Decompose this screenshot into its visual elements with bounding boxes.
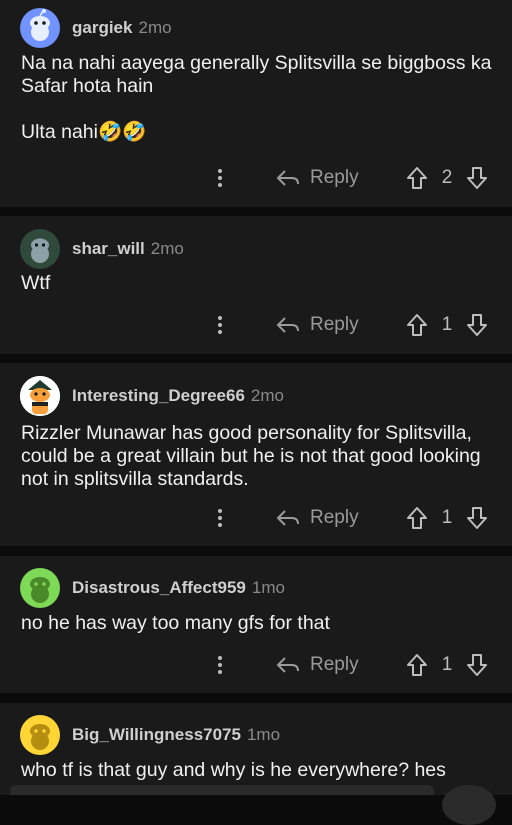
- reply-arrow-icon: [276, 317, 299, 333]
- reply-label: Reply: [310, 314, 359, 335]
- comment-header: shar_will 2mo: [20, 229, 184, 269]
- comment-body: Na na nahi aayega generally Splitsvilla …: [21, 52, 492, 143]
- downvote-icon[interactable]: [466, 506, 488, 530]
- avatar[interactable]: [20, 229, 60, 269]
- downvote-icon[interactable]: [466, 166, 488, 190]
- comment-username[interactable]: shar_will: [72, 239, 145, 259]
- snoo-avatar-icon: [30, 9, 50, 41]
- comment-username[interactable]: Big_Willingness7075: [72, 725, 241, 745]
- comment-card: Big_Willingness7075 1mo who tf is that g…: [0, 703, 512, 825]
- reply-button[interactable]: Reply: [276, 507, 359, 529]
- downvote-icon[interactable]: [466, 653, 488, 677]
- comment-actions: Reply 1: [0, 650, 512, 680]
- snoo-avatar-icon: [30, 577, 50, 603]
- avatar[interactable]: [20, 568, 60, 608]
- comment-body: Wtf: [21, 272, 51, 294]
- bottom-nav-button[interactable]: [442, 785, 496, 825]
- upvote-icon[interactable]: [406, 653, 428, 677]
- comment-username[interactable]: Disastrous_Affect959: [72, 578, 246, 598]
- snoo-avatar-icon: [20, 376, 60, 416]
- comment-card: gargiek 2mo Na na nahi aayega generally …: [0, 0, 512, 207]
- more-options-icon[interactable]: [212, 310, 228, 340]
- comment-header: Interesting_Degree66 2mo: [20, 376, 284, 416]
- comment-body: who tf is that guy and why is he everywh…: [21, 759, 446, 781]
- upvote-icon[interactable]: [406, 506, 428, 530]
- reply-button[interactable]: Reply: [276, 167, 359, 189]
- more-options-icon[interactable]: [212, 163, 228, 193]
- comment-card: Disastrous_Affect959 1mo no he has way t…: [0, 556, 512, 693]
- comment-username[interactable]: Interesting_Degree66: [72, 386, 245, 406]
- downvote-icon[interactable]: [466, 313, 488, 337]
- reply-button[interactable]: Reply: [276, 654, 359, 676]
- vote-count: 1: [441, 507, 453, 528]
- comment-username[interactable]: gargiek: [72, 18, 132, 38]
- avatar[interactable]: [20, 8, 60, 48]
- snoo-avatar-icon: [31, 238, 49, 263]
- comment-time: 1mo: [246, 725, 281, 744]
- comment-header: gargiek 2mo: [20, 8, 172, 48]
- upvote-icon[interactable]: [406, 166, 428, 190]
- vote-count: 1: [441, 314, 453, 335]
- comment-body: no he has way too many gfs for that: [21, 612, 330, 634]
- more-options-icon[interactable]: [212, 503, 228, 533]
- vote-count: 1: [441, 654, 453, 675]
- comment-actions: Reply 1: [0, 310, 512, 340]
- comment-body: Rizzler Munawar has good personality for…: [21, 422, 487, 490]
- comment-time: 2mo: [250, 386, 284, 405]
- vote-count: 2: [441, 167, 453, 188]
- avatar[interactable]: [20, 715, 60, 755]
- reply-arrow-icon: [276, 657, 299, 673]
- reply-label: Reply: [310, 654, 359, 675]
- comment-header: Big_Willingness7075 1mo: [20, 715, 280, 755]
- upvote-icon[interactable]: [406, 313, 428, 337]
- more-options-icon[interactable]: [212, 650, 228, 680]
- reply-arrow-icon: [276, 510, 299, 526]
- comment-time: 2mo: [138, 18, 172, 37]
- comment-actions: Reply 1: [0, 503, 512, 533]
- comment-actions: Reply 2: [0, 163, 512, 193]
- reply-button[interactable]: Reply: [276, 314, 359, 336]
- snoo-avatar-icon: [30, 724, 50, 750]
- comment-time: 2mo: [150, 239, 184, 258]
- comment-header: Disastrous_Affect959 1mo: [20, 568, 285, 608]
- reply-label: Reply: [310, 507, 359, 528]
- comment-time: 1mo: [251, 578, 285, 597]
- comment-card: shar_will 2mo Wtf Reply 1: [0, 216, 512, 354]
- bottom-input-bar[interactable]: [10, 785, 434, 795]
- reply-label: Reply: [310, 167, 359, 188]
- comment-card: Interesting_Degree66 2mo Rizzler Munawar…: [0, 363, 512, 546]
- reply-arrow-icon: [276, 170, 299, 186]
- avatar[interactable]: [20, 376, 60, 416]
